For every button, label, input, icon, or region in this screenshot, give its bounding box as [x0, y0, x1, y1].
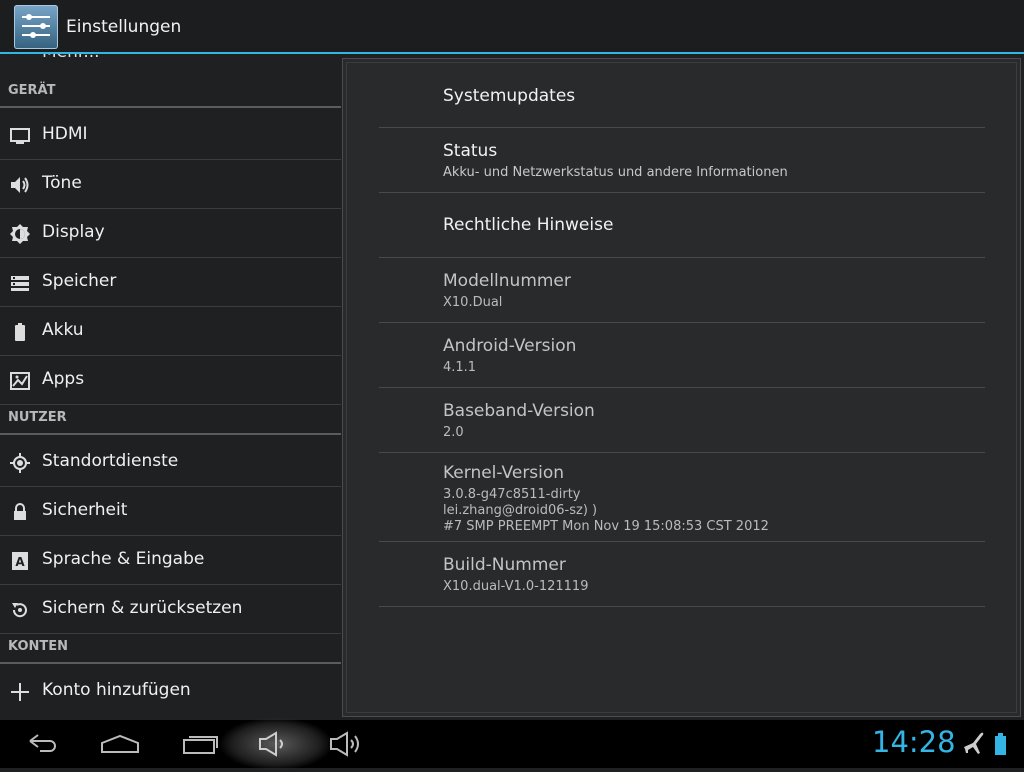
- pref-title: Kernel-Version: [443, 463, 565, 483]
- recent-apps-button[interactable]: [180, 720, 224, 768]
- volume-up-button[interactable]: [326, 720, 366, 768]
- pref-value: 4.1.1: [443, 360, 477, 375]
- action-bar: Einstellungen: [0, 0, 1024, 54]
- lock-icon: [9, 501, 31, 523]
- list-item-konto-hinzufuegen[interactable]: Konto hinzufügen: [0, 667, 341, 716]
- pref-value-line: lei.zhang@droid06-sz) ): [443, 503, 598, 518]
- location-icon: [9, 452, 31, 474]
- pref-title: Rechtliche Hinweise: [443, 215, 614, 235]
- list-item-speicher[interactable]: Speicher: [0, 258, 341, 307]
- list-item-toene[interactable]: Töne: [0, 160, 341, 209]
- pref-rechtliche-hinweise[interactable]: Rechtliche Hinweise: [379, 193, 985, 258]
- volume-down-icon: [259, 731, 283, 757]
- home-icon: [101, 734, 139, 753]
- battery-icon: [9, 321, 31, 343]
- list-item-more[interactable]: Mehr...: [42, 54, 100, 62]
- add-icon: [9, 681, 31, 703]
- brightness-icon: [9, 223, 31, 245]
- pref-title: Build-Nummer: [443, 555, 566, 575]
- list-item-sprache[interactable]: A Sprache & Eingabe: [0, 536, 341, 585]
- pref-value-line: #7 SMP PREEMPT Mon Nov 19 15:08:53 CST 2…: [443, 519, 769, 534]
- list-item-sichern[interactable]: Sichern & zurücksetzen: [0, 585, 341, 634]
- pref-systemupdates[interactable]: Systemupdates: [379, 59, 985, 128]
- list-item-standortdienste[interactable]: Standortdienste: [0, 438, 341, 487]
- list-item-label: Sprache & Eingabe: [42, 549, 205, 569]
- pref-value: X10.Dual: [443, 295, 503, 310]
- list-item-apps[interactable]: Apps: [0, 356, 341, 405]
- list-item-label: Töne: [42, 173, 82, 193]
- section-header-geraet: GERÄT: [0, 78, 341, 108]
- monitor-icon: [9, 125, 31, 147]
- pref-baseband-version: Baseband-Version 2.0: [379, 388, 985, 453]
- back-icon: [29, 734, 56, 752]
- pref-title: Modellnummer: [443, 271, 571, 291]
- backup-restore-icon: [9, 599, 31, 621]
- back-button[interactable]: [20, 720, 64, 768]
- pref-modellnummer: Modellnummer X10.Dual: [379, 258, 985, 323]
- volume-up-icon: [330, 731, 359, 757]
- pref-title: Status: [443, 141, 498, 161]
- pref-value: 2.0: [443, 425, 464, 440]
- about-device-pane: Systemupdates Status Akku- und Netzwerks…: [342, 58, 1021, 717]
- settings-app-icon[interactable]: [14, 5, 58, 49]
- list-item-label: Display: [42, 222, 105, 242]
- pref-summary: Akku- und Netzwerkstatus und andere Info…: [443, 165, 788, 180]
- list-item-akku[interactable]: Akku: [0, 307, 341, 356]
- speaker-icon: [9, 174, 31, 196]
- pref-value: X10.dual-V1.0-121119: [443, 579, 589, 594]
- list-item-sicherheit[interactable]: Sicherheit: [0, 487, 341, 536]
- settings-headers-list[interactable]: Mehr... GERÄT HDMI Töne Display Speicher…: [0, 54, 341, 720]
- section-header-nutzer: NUTZER: [0, 405, 341, 435]
- list-item-label: Standortdienste: [42, 451, 179, 471]
- svg-text:A: A: [15, 555, 25, 569]
- list-item-label: Sicherheit: [42, 500, 128, 520]
- pref-title: Android-Version: [443, 336, 577, 356]
- home-button[interactable]: [98, 720, 142, 768]
- pref-title: Systemupdates: [443, 86, 576, 106]
- list-item-label: Apps: [42, 369, 85, 389]
- system-bar: 14:28: [0, 718, 1024, 770]
- recent-apps-icon: [183, 736, 218, 754]
- list-item-label: Speicher: [42, 271, 117, 291]
- volume-down-button[interactable]: [255, 720, 295, 768]
- storage-icon: [9, 272, 31, 294]
- apps-icon: [9, 370, 31, 392]
- pref-value-line: 3.0.8-g47c8511-dirty: [443, 487, 581, 502]
- language-keyboard-icon: A: [9, 550, 31, 572]
- status-clock[interactable]: 14:28: [872, 725, 956, 759]
- airplane-mode-icon: [962, 720, 988, 768]
- list-item-label: HDMI: [42, 124, 88, 144]
- battery-status-icon: [992, 720, 1008, 768]
- pref-status[interactable]: Status Akku- und Netzwerkstatus und ande…: [379, 128, 985, 193]
- list-item-display[interactable]: Display: [0, 209, 341, 258]
- list-item-label: Konto hinzufügen: [42, 680, 191, 700]
- pref-kernel-version: Kernel-Version 3.0.8-g47c8511-dirty lei.…: [379, 453, 985, 542]
- list-item-hdmi[interactable]: HDMI: [0, 111, 341, 160]
- pref-build-nummer[interactable]: Build-Nummer X10.dual-V1.0-121119: [379, 542, 985, 607]
- list-item-label: Sichern & zurücksetzen: [42, 598, 243, 618]
- section-header-konten: KONTEN: [0, 634, 341, 664]
- pref-title: Baseband-Version: [443, 401, 595, 421]
- pref-android-version[interactable]: Android-Version 4.1.1: [379, 323, 985, 388]
- list-item-label: Akku: [42, 320, 84, 340]
- page-title[interactable]: Einstellungen: [66, 17, 181, 37]
